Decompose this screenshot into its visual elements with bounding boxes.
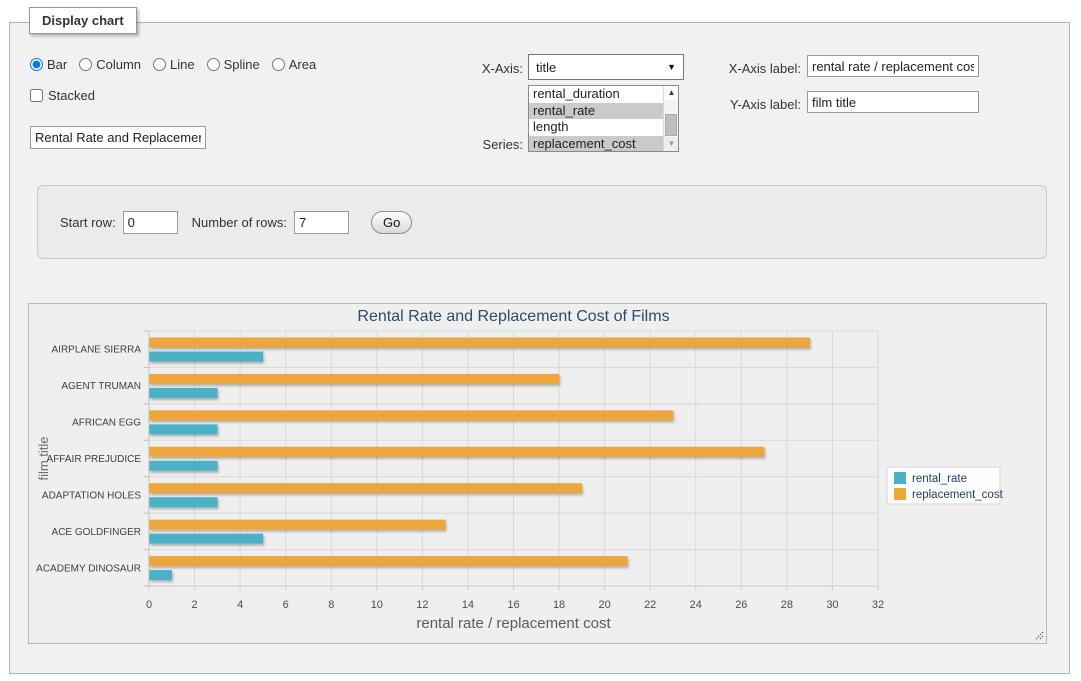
scrollbar-down-icon[interactable]: ▼ xyxy=(664,137,679,151)
legend-swatch xyxy=(894,472,906,484)
x-axis-label-field-label: X-Axis label: xyxy=(711,61,801,76)
chart-type-radio-label: Bar xyxy=(47,57,67,72)
series-option-length[interactable]: length xyxy=(529,119,663,136)
chart-legend: rental_rate replacement_cost xyxy=(887,467,1004,504)
go-button[interactable]: Go xyxy=(371,211,412,234)
category-label: AGENT TRUMAN xyxy=(61,381,141,392)
chart-type-radios: Bar Column Line Spline Area xyxy=(30,57,316,72)
rows-panel: Start row: Number of rows: Go xyxy=(37,185,1047,259)
chart-type-radio-label: Line xyxy=(170,57,195,72)
bar-replacement_cost[interactable] xyxy=(150,410,674,420)
category-label: AIRPLANE SIERRA xyxy=(52,345,142,356)
x-axis-label: X-Axis: xyxy=(433,61,523,76)
category-label: ACE GOLDFINGER xyxy=(52,527,141,538)
bar-rental_rate[interactable] xyxy=(150,461,218,471)
bar-replacement_cost[interactable] xyxy=(150,374,560,384)
x-axis-label-input[interactable] xyxy=(807,55,979,77)
y-axis-label-field-label: Y-Axis label: xyxy=(711,97,801,112)
legend-item-rental_rate[interactable]: rental_rate xyxy=(894,472,967,485)
chart-title: Rental Rate and Replacement Cost of Film… xyxy=(357,308,669,325)
category-label: ADAPTATION HOLES xyxy=(42,490,141,501)
bar-replacement_cost[interactable] xyxy=(150,556,628,566)
chart-type-radio-column[interactable] xyxy=(79,58,92,71)
resize-grip-icon[interactable] xyxy=(1032,629,1044,641)
series-label: Series: xyxy=(433,137,523,152)
chart-type-option-spline[interactable]: Spline xyxy=(207,57,260,72)
x-tick-label: 16 xyxy=(507,599,519,611)
x-tick-label: 2 xyxy=(192,599,198,611)
series-scrollbar[interactable]: ▲ ▼ xyxy=(663,86,678,151)
series-option-replacement_cost[interactable]: replacement_cost xyxy=(529,136,663,153)
start-row-label: Start row: xyxy=(60,215,116,230)
chart-type-radio-bar[interactable] xyxy=(30,58,43,71)
chart-type-radio-line[interactable] xyxy=(153,58,166,71)
x-tick-label: 32 xyxy=(872,599,884,611)
bar-replacement_cost[interactable] xyxy=(150,483,583,493)
chart-title-input[interactable] xyxy=(30,126,206,149)
x-tick-label: 28 xyxy=(781,599,793,611)
stacked-row: Stacked xyxy=(30,88,95,103)
stacked-checkbox[interactable] xyxy=(30,89,43,102)
bar-rental_rate[interactable] xyxy=(150,424,218,434)
category-label: AFRICAN EGG xyxy=(72,418,141,429)
x-tick-label: 24 xyxy=(690,599,702,611)
bar-chart: Rental Rate and Replacement Cost of Film… xyxy=(29,304,1046,643)
y-axis-label-input[interactable] xyxy=(807,91,979,113)
x-axis-select[interactable]: title ▼ xyxy=(528,54,684,80)
bar-rental_rate[interactable] xyxy=(150,388,218,398)
x-tick-label: 22 xyxy=(644,599,656,611)
chart-type-radio-label: Column xyxy=(96,57,141,72)
series-option-rental_rate[interactable]: rental_rate xyxy=(529,103,663,120)
chart-type-radio-label: Area xyxy=(289,57,316,72)
x-tick-label: 6 xyxy=(283,599,289,611)
y-axis-title: film title xyxy=(36,436,51,480)
category-label: ACADEMY DINOSAUR xyxy=(36,563,141,574)
x-tick-label: 10 xyxy=(371,599,383,611)
x-tick-label: 20 xyxy=(599,599,611,611)
x-tick-label: 30 xyxy=(826,599,838,611)
category-label: AFFAIR PREJUDICE xyxy=(47,454,142,465)
chart-type-option-area[interactable]: Area xyxy=(272,57,316,72)
bar-replacement_cost[interactable] xyxy=(150,338,810,348)
legend-label: rental_rate xyxy=(912,473,967,485)
series-option-rental_duration[interactable]: rental_duration xyxy=(529,86,663,103)
x-tick-label: 8 xyxy=(328,599,334,611)
chart-container: Rental Rate and Replacement Cost of Film… xyxy=(28,303,1047,644)
x-tick-label: 14 xyxy=(462,599,474,611)
bar-rental_rate[interactable] xyxy=(150,497,218,507)
chart-type-radio-area[interactable] xyxy=(272,58,285,71)
legend-label: replacement_cost xyxy=(912,489,1004,501)
chart-type-option-bar[interactable]: Bar xyxy=(30,57,67,72)
chart-type-option-column[interactable]: Column xyxy=(79,57,141,72)
select-arrow-icon: ▼ xyxy=(667,62,676,72)
bar-replacement_cost[interactable] xyxy=(150,520,446,530)
x-axis-select-value: title xyxy=(536,60,667,75)
bar-rental_rate[interactable] xyxy=(150,534,264,544)
legend-swatch xyxy=(894,488,906,500)
scrollbar-thumb[interactable] xyxy=(665,114,677,136)
bar-replacement_cost[interactable] xyxy=(150,447,765,457)
bar-rental_rate[interactable] xyxy=(150,352,264,362)
panel-title-tab: Display chart xyxy=(29,7,137,34)
chart-type-radio-label: Spline xyxy=(224,57,260,72)
chart-canvas: Rental Rate and Replacement Cost of Film… xyxy=(29,304,1046,646)
panel-title: Display chart xyxy=(42,13,124,28)
x-tick-label: 18 xyxy=(553,599,565,611)
x-tick-label: 4 xyxy=(237,599,243,611)
bar-rental_rate[interactable] xyxy=(150,570,173,580)
series-listbox[interactable]: rental_durationrental_ratelengthreplacem… xyxy=(528,85,679,152)
chart-type-radio-spline[interactable] xyxy=(207,58,220,71)
number-of-rows-input[interactable] xyxy=(294,211,349,234)
start-row-input[interactable] xyxy=(123,211,178,234)
x-axis-title: rental rate / replacement cost xyxy=(416,615,611,632)
x-tick-label: 12 xyxy=(416,599,428,611)
series-listbox-options: rental_durationrental_ratelengthreplacem… xyxy=(529,86,663,151)
x-tick-label: 0 xyxy=(146,599,152,611)
chart-type-option-line[interactable]: Line xyxy=(153,57,195,72)
scrollbar-up-icon[interactable]: ▲ xyxy=(664,86,679,100)
stacked-label: Stacked xyxy=(48,88,95,103)
x-tick-label: 26 xyxy=(735,599,747,611)
number-of-rows-label: Number of rows: xyxy=(192,215,287,230)
